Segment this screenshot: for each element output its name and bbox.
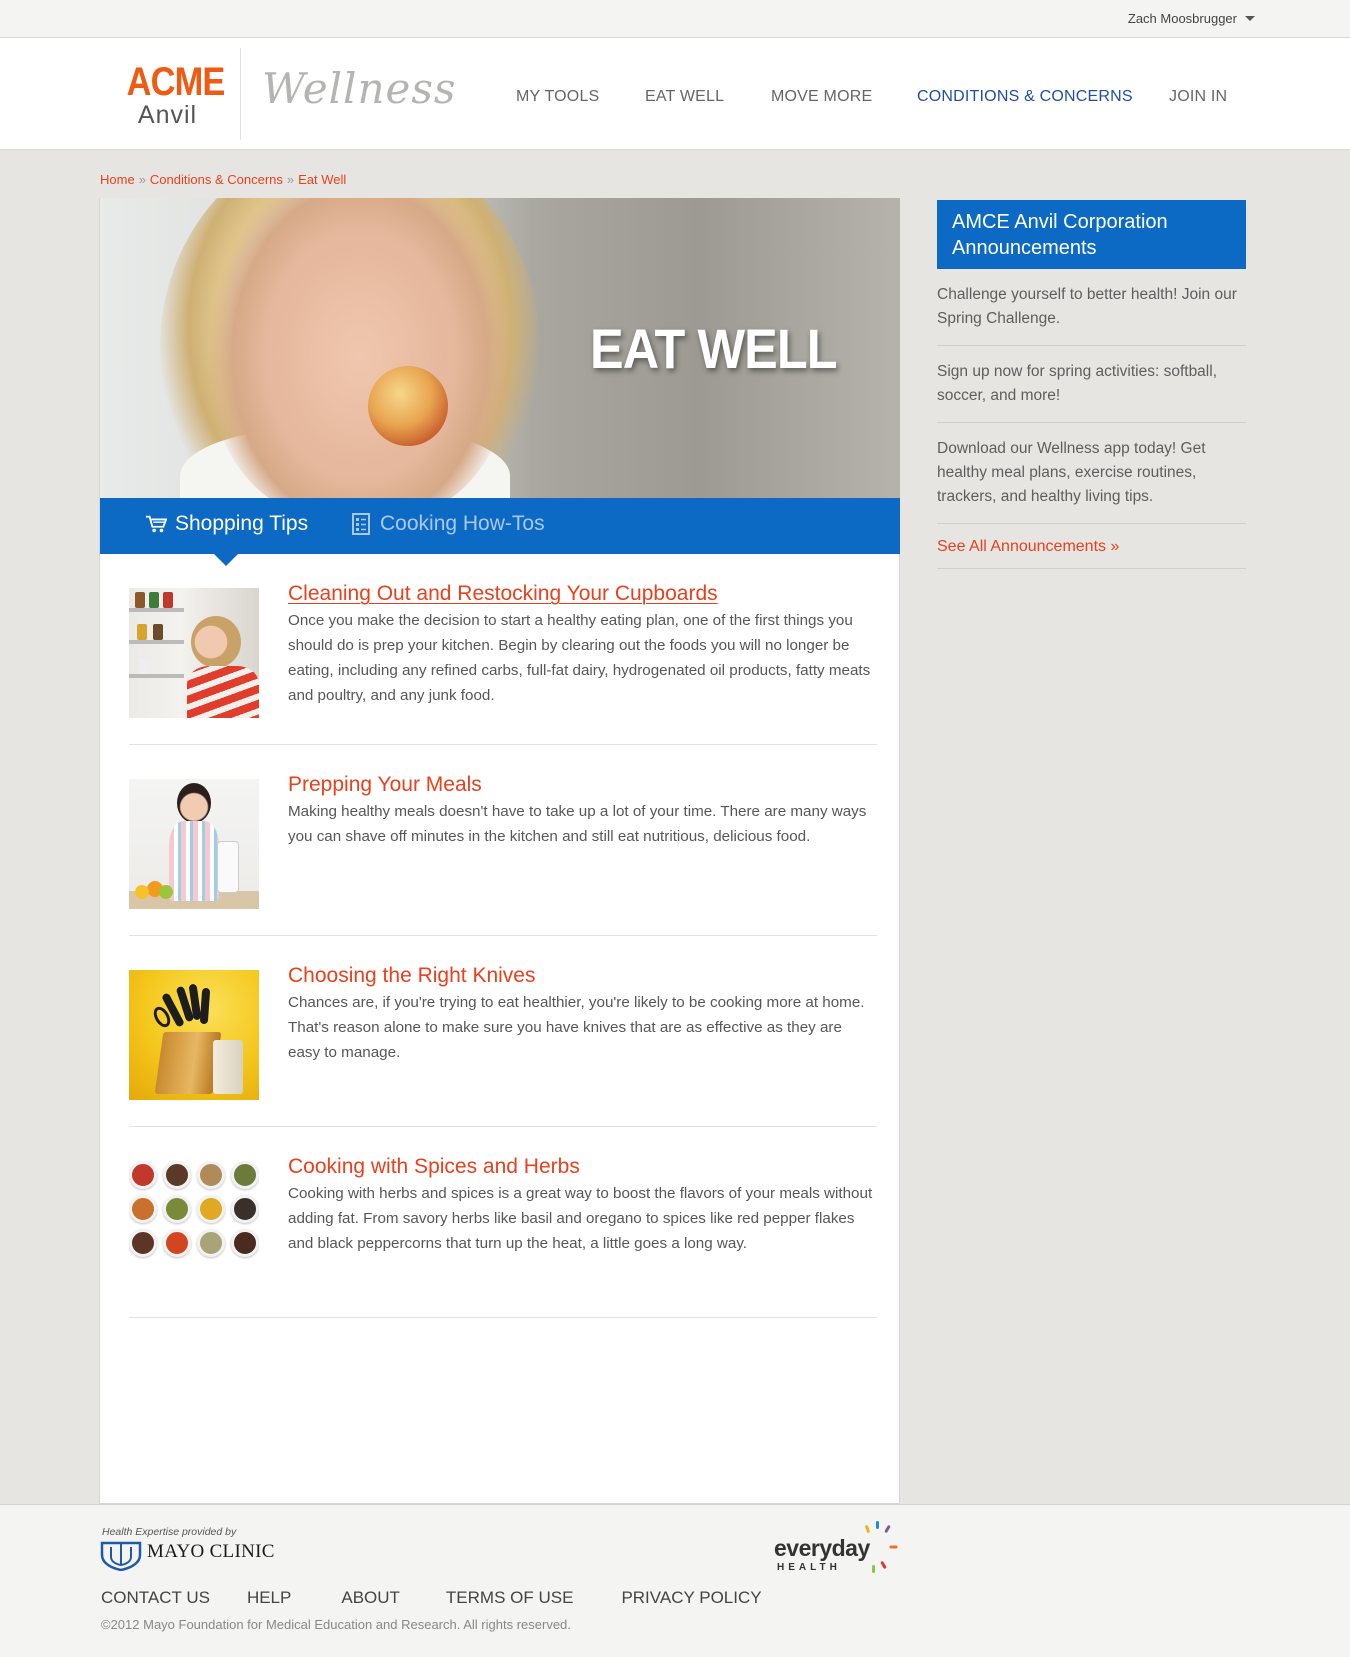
article-thumbnail[interactable] — [129, 588, 259, 718]
article-description: Chances are, if you're trying to eat hea… — [288, 994, 865, 1061]
article-thumbnail[interactable] — [129, 970, 259, 1100]
breadcrumb-conditions[interactable]: Conditions & Concerns — [150, 172, 283, 187]
article-item: Prepping Your Meals Making healthy meals… — [129, 745, 877, 936]
tab-bar: Shopping Tips Cooking How-Tos — [100, 498, 900, 554]
announcements-heading: AMCE Anvil Corporation Announcements — [937, 200, 1246, 269]
everyday-word: everyday — [774, 1535, 870, 1561]
article-thumbnail[interactable] — [129, 1161, 259, 1291]
article-title[interactable]: Cleaning Out and Restocking Your Cupboar… — [288, 582, 718, 606]
footer-link-terms[interactable]: TERMS OF USE — [446, 1588, 574, 1608]
article-description: Making healthy meals doesn't have to tak… — [288, 803, 867, 845]
breadcrumb-home[interactable]: Home — [100, 172, 135, 187]
mayo-provided-by: Health Expertise provided by — [102, 1526, 237, 1538]
tab-label: Shopping Tips — [175, 512, 309, 535]
article-item: Cleaning Out and Restocking Your Cupboar… — [129, 554, 877, 745]
nav-item-conditions-concerns[interactable]: CONDITIONS & CONCERNS — [917, 88, 1133, 106]
article-description: Cooking with herbs and spices is a great… — [288, 1185, 873, 1252]
nav-item-move-more[interactable]: MOVE MORE — [771, 88, 872, 106]
article-title[interactable]: Choosing the Right Knives — [288, 964, 535, 988]
tab-shopping-tips[interactable]: Shopping Tips — [145, 512, 308, 536]
mayo-clinic-shield-icon — [100, 1541, 142, 1571]
footer-nav: CONTACT US HELP ABOUT TERMS OF USE PRIVA… — [101, 1588, 762, 1608]
see-all-announcements-link[interactable]: See All Announcements » — [937, 524, 1246, 569]
site-header: ACME Anvil Wellness MY TOOLS EAT WELL MO… — [0, 38, 1350, 150]
nav-item-eat-well[interactable]: EAT WELL — [645, 88, 724, 106]
announcement-item[interactable]: Sign up now for spring activities: softb… — [937, 346, 1246, 423]
breadcrumb: Home » Conditions & Concerns » Eat Well — [100, 172, 346, 187]
nav-item-join-in[interactable]: JOIN IN — [1169, 88, 1227, 106]
everyday-health-logo[interactable]: everyday HEALTH — [774, 1521, 898, 1581]
breadcrumb-separator: » — [286, 172, 295, 187]
article-description: Once you make the decision to start a he… — [288, 612, 871, 704]
announcement-item[interactable]: Download our Wellness app today! Get hea… — [937, 423, 1246, 524]
footer-link-about[interactable]: ABOUT — [341, 1588, 400, 1608]
cart-icon — [145, 513, 167, 535]
tab-cooking-how-tos[interactable]: Cooking How-Tos — [350, 512, 545, 536]
article-thumbnail[interactable] — [129, 779, 259, 909]
site-footer: Health Expertise provided by MAYO CLINIC… — [0, 1504, 1350, 1657]
checklist-icon — [350, 513, 372, 535]
hero-title: EAT WELL — [590, 317, 838, 380]
article-item: Choosing the Right Knives Chances are, i… — [129, 936, 877, 1127]
main-content: EAT WELL Shopping Tips Cooking How-Tos C… — [99, 198, 900, 1504]
health-word: HEALTH — [777, 1562, 841, 1573]
hero-photo-face — [210, 198, 510, 498]
user-menu[interactable]: Zach Moosbrugger — [1128, 11, 1255, 26]
main-nav: MY TOOLS EAT WELL MOVE MORE CONDITIONS &… — [0, 88, 1350, 112]
tab-label: Cooking How-Tos — [380, 512, 545, 535]
article-title[interactable]: Prepping Your Meals — [288, 773, 482, 797]
footer-link-help[interactable]: HELP — [247, 1588, 291, 1608]
breadcrumb-eat-well[interactable]: Eat Well — [298, 172, 346, 187]
mayo-clinic-name: MAYO CLINIC — [147, 1541, 275, 1562]
apple-icon — [368, 366, 448, 446]
article-title[interactable]: Cooking with Spices and Herbs — [288, 1155, 580, 1179]
footer-link-contact-us[interactable]: CONTACT US — [101, 1588, 210, 1608]
user-bar: Zach Moosbrugger — [0, 0, 1350, 38]
announcements-sidebar: AMCE Anvil Corporation Announcements Cha… — [937, 200, 1246, 569]
nav-item-my-tools[interactable]: MY TOOLS — [516, 88, 599, 106]
article-item: Cooking with Spices and Herbs Cooking wi… — [129, 1127, 877, 1318]
hero-banner: EAT WELL — [100, 198, 900, 498]
footer-link-privacy[interactable]: PRIVACY POLICY — [621, 1588, 761, 1608]
copyright: ©2012 Mayo Foundation for Medical Educat… — [101, 1617, 571, 1632]
breadcrumb-separator: » — [138, 172, 146, 187]
user-name: Zach Moosbrugger — [1127, 11, 1237, 26]
announcement-item[interactable]: Challenge yourself to better health! Joi… — [937, 269, 1246, 346]
chevron-down-icon — [1245, 16, 1255, 21]
